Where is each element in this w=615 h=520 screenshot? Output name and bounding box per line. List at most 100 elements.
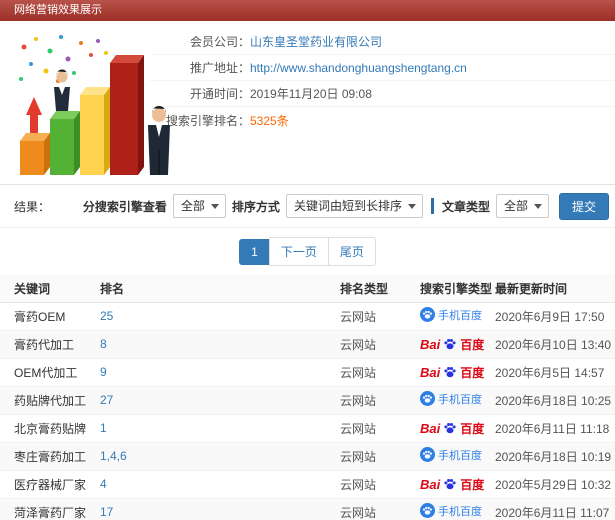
updated-cell: 2020年6月5日 14:57 bbox=[495, 358, 615, 387]
table-row: 医疗器械厂家 4 云网站 Bai 百度 2020年5月29日 10:32 bbox=[0, 470, 615, 499]
submit-button[interactable]: 提交 bbox=[558, 192, 609, 220]
rank-link[interactable]: 1 bbox=[100, 421, 107, 435]
keyword-cell: 枣庄膏药加工 bbox=[0, 442, 86, 471]
engine-label: 百度 bbox=[460, 421, 485, 436]
rank-cell: 9 bbox=[86, 358, 340, 387]
updated-cell: 2020年6月10日 13:40 bbox=[495, 330, 615, 359]
rank-type-cell: 云网站 bbox=[340, 386, 420, 415]
baidu-wordmark: Bai bbox=[420, 420, 441, 436]
last-page-button[interactable]: 尾页 bbox=[327, 237, 376, 266]
rank-type-cell: 云网站 bbox=[340, 414, 420, 443]
pagination: 1 下一页 尾页 bbox=[0, 228, 615, 275]
table-row: 枣庄膏药加工 1,4,6 云网站 手机百度 2020年6月18日 10:19 bbox=[0, 442, 615, 471]
page-title: 网络营销效果展示 bbox=[14, 4, 102, 16]
updated-cell: 2020年6月18日 10:19 bbox=[495, 442, 615, 471]
table-row: 菏泽膏药厂家 17 云网站 手机百度 2020年6月11日 11:07 bbox=[0, 498, 615, 520]
keyword-cell: 药贴牌代加工 bbox=[0, 386, 86, 415]
engine-cell: 手机百度 bbox=[420, 498, 495, 520]
rank-type-cell: 云网站 bbox=[340, 302, 420, 331]
rank-link[interactable]: 27 bbox=[100, 393, 113, 407]
table-row: 膏药代加工 8 云网站 Bai 百度 2020年6月10日 13:40 bbox=[0, 330, 615, 359]
rank-cell: 1,4,6 bbox=[86, 442, 340, 471]
header-rank-type: 排名类型 bbox=[340, 275, 420, 303]
member-company-row: 会员公司： 山东皇圣堂药业有限公司 bbox=[150, 29, 615, 55]
keyword-cell: 北京膏药贴牌 bbox=[0, 414, 86, 443]
mobile-baidu-logo: 手机百度 bbox=[420, 391, 482, 407]
member-company-link[interactable]: 山东皇圣堂药业有限公司 bbox=[250, 33, 382, 50]
baidu-logo: Bai 百度 bbox=[420, 364, 484, 381]
next-page-button[interactable]: 下一页 bbox=[268, 237, 329, 266]
baidu-paw-icon bbox=[444, 366, 456, 378]
updated-cell: 2020年5月29日 10:32 bbox=[495, 470, 615, 499]
header-engine-type: 搜索引擎类型 bbox=[420, 275, 495, 303]
sort-filter-label: 排序方式 bbox=[231, 199, 280, 214]
engine-cell: Bai 百度 bbox=[420, 358, 495, 387]
engine-cell: 手机百度 bbox=[420, 442, 495, 471]
promo-url-link[interactable]: http://www.shandonghuangshengtang.cn bbox=[250, 61, 467, 75]
mobile-baidu-paw-icon bbox=[420, 503, 435, 519]
chevron-down-icon bbox=[407, 204, 416, 209]
open-time-row: 开通时间： 2019年11月20日 09:08 bbox=[150, 81, 615, 107]
rank-cell: 27 bbox=[86, 386, 340, 415]
baidu-wordmark: Bai bbox=[420, 336, 441, 352]
rank-link[interactable]: 8 bbox=[100, 337, 107, 351]
updated-cell: 2020年6月11日 11:18 bbox=[495, 414, 615, 443]
rank-type-cell: 云网站 bbox=[340, 470, 420, 499]
engine-label: 百度 bbox=[460, 337, 485, 352]
engine-rank-count: 5325条 bbox=[250, 113, 289, 128]
businessman-left bbox=[54, 69, 70, 111]
engine-label: 手机百度 bbox=[438, 505, 482, 518]
rank-link[interactable]: 25 bbox=[100, 309, 113, 323]
baidu-wordmark: Bai bbox=[420, 364, 441, 380]
engine-filter-label: 分搜索引擎查看 bbox=[82, 199, 167, 214]
keyword-cell: 菏泽膏药厂家 bbox=[0, 498, 86, 520]
engine-cell: 手机百度 bbox=[420, 302, 495, 331]
mobile-baidu-paw-icon bbox=[420, 307, 435, 323]
keyword-cell: OEM代加工 bbox=[0, 358, 86, 387]
results-label: 结果： bbox=[14, 199, 51, 214]
article-type-select[interactable]: 全部 bbox=[495, 194, 549, 218]
engine-filter-select[interactable]: 全部 bbox=[172, 194, 226, 218]
rank-cell: 17 bbox=[86, 498, 340, 520]
engine-cell: Bai 百度 bbox=[420, 470, 495, 499]
baidu-wordmark: Bai bbox=[420, 476, 441, 492]
sort-filter-select[interactable]: 关键词由短到长排序 bbox=[285, 194, 423, 218]
engine-cell: Bai 百度 bbox=[420, 414, 495, 443]
engine-label: 百度 bbox=[460, 365, 485, 380]
updated-cell: 2020年6月11日 11:07 bbox=[495, 498, 615, 520]
baidu-paw-icon bbox=[444, 338, 456, 350]
engine-label: 手机百度 bbox=[438, 393, 482, 406]
table-row: 膏药OEM 25 云网站 手机百度 2020年6月9日 17:50 bbox=[0, 302, 615, 331]
engine-label: 手机百度 bbox=[438, 309, 482, 322]
rank-link[interactable]: 1,4,6 bbox=[100, 449, 127, 463]
baidu-logo: Bai 百度 bbox=[420, 420, 484, 437]
baidu-paw-icon bbox=[444, 422, 456, 434]
updated-cell: 2020年6月18日 10:25 bbox=[495, 386, 615, 415]
baidu-paw-icon bbox=[444, 478, 456, 490]
rank-cell: 1 bbox=[86, 414, 340, 443]
rank-type-cell: 云网站 bbox=[340, 358, 420, 387]
updated-cell: 2020年6月9日 17:50 bbox=[495, 302, 615, 331]
mobile-baidu-logo: 手机百度 bbox=[420, 307, 482, 323]
chevron-down-icon bbox=[210, 204, 219, 209]
up-arrow-icon bbox=[26, 97, 42, 133]
businessman-right bbox=[148, 106, 170, 175]
engine-label: 百度 bbox=[460, 477, 485, 492]
keyword-cell: 膏药代加工 bbox=[0, 330, 86, 359]
info-rows: 会员公司： 山东皇圣堂药业有限公司 推广地址： http://www.shand… bbox=[150, 21, 615, 133]
engine-label: 手机百度 bbox=[438, 449, 482, 462]
article-type-label: 文章类型 bbox=[441, 199, 490, 214]
header-rank: 排名 bbox=[86, 275, 340, 303]
rank-type-cell: 云网站 bbox=[340, 330, 420, 359]
rank-cell: 4 bbox=[86, 470, 340, 499]
table-header-row: 关键词 排名 排名类型 搜索引擎类型 最新更新时间 bbox=[0, 275, 615, 303]
rank-link[interactable]: 4 bbox=[100, 477, 107, 491]
rank-link[interactable]: 9 bbox=[100, 365, 107, 379]
page-number-current[interactable]: 1 bbox=[239, 238, 270, 265]
engine-rank-row: 搜索引擎排名： 5325条 bbox=[150, 107, 615, 133]
sort-filter-value: 关键词由短到长排序 bbox=[293, 199, 402, 213]
rank-link[interactable]: 17 bbox=[100, 505, 113, 519]
summary-section: 会员公司： 山东皇圣堂药业有限公司 推广地址： http://www.shand… bbox=[0, 21, 615, 185]
article-type-value: 全部 bbox=[503, 199, 528, 213]
engine-filter-value: 全部 bbox=[180, 199, 205, 213]
